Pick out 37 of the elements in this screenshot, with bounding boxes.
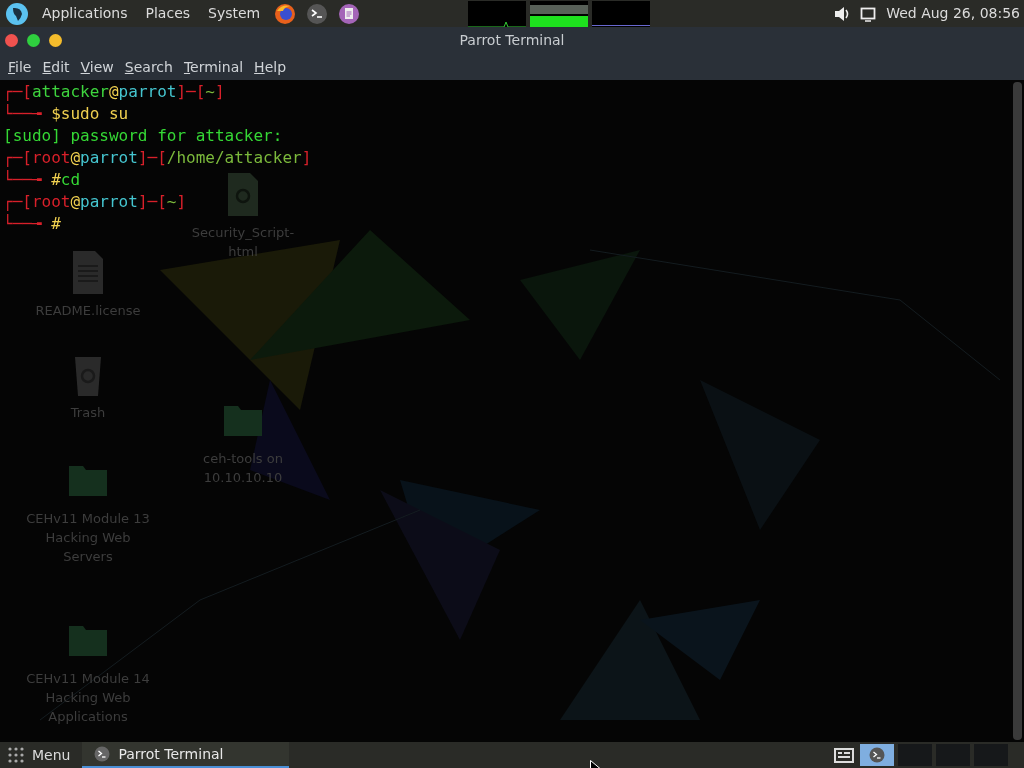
terminal-line: └──╼ # [3,213,61,235]
terminal-icon[interactable] [306,2,329,25]
clock[interactable]: Wed Aug 26, 08:56 [886,3,1020,24]
menu-item[interactable]: Help [250,56,291,78]
panel-menu[interactable]: Places [141,3,195,24]
volume-icon[interactable] [834,5,851,22]
menu-button[interactable]: Menu [8,744,71,766]
menu-item[interactable]: File [4,56,36,78]
panel-menu[interactable]: Applications [38,3,132,24]
terminal-line: [sudo] password for attacker: [3,125,283,147]
keyboard-icon[interactable] [834,746,854,764]
terminal-line: ┌─[root@parrot]─[/home/attacker] [3,147,312,169]
menu-item[interactable]: Edit [38,56,74,78]
minimize-button[interactable] [49,34,62,47]
memory-graph-drawing [530,0,589,27]
browser-icon[interactable] [274,2,297,25]
menu-item[interactable]: View [76,56,118,78]
display-icon[interactable] [860,5,877,22]
text-editor-icon[interactable] [338,2,361,25]
panel-menu[interactable]: System [204,3,265,24]
network-graph-drawing [592,0,651,27]
workspace-button[interactable] [860,744,894,766]
grid-icon [8,747,24,763]
terminal-line: └──╼ #cd [3,169,81,191]
taskbar-button[interactable]: Parrot Terminal [82,742,290,768]
terminal-line: ┌─[root@parrot]─[~] [3,191,187,213]
cpu-graph-drawing [468,0,527,27]
menu-item[interactable]: Search [120,56,177,78]
terminal-icon [869,747,885,763]
terminal-icon [94,746,111,762]
close-button[interactable] [5,34,18,47]
menu-item[interactable]: Terminal [179,56,248,78]
scrollbar-thumb[interactable] [1013,82,1022,740]
window-title: Parrot Terminal [459,32,565,48]
terminal-line: ┌─[attacker@parrot]─[~] [3,81,225,103]
maximize-button[interactable] [27,34,40,47]
terminal-line: └──╼ $sudo su [3,103,129,125]
